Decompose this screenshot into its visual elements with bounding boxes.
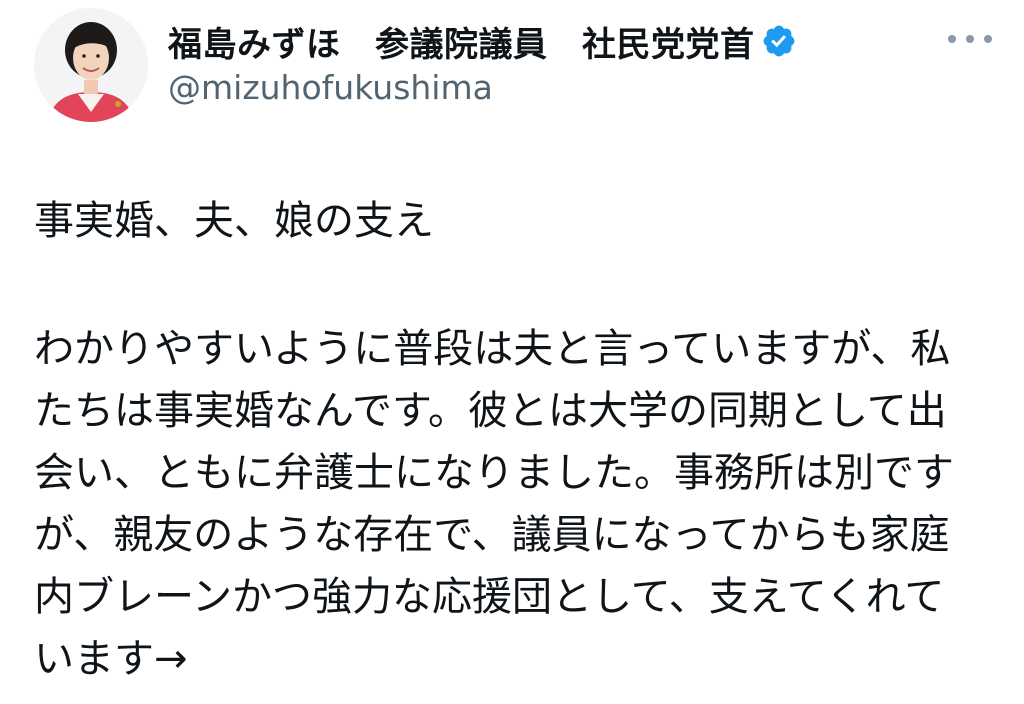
tweet-line: 内ブレーンかつ強力な応援団として、支えてくれて [34, 574, 945, 620]
author-display-name-row[interactable]: 福島みずほ 参議院議員 社民党党首 [168, 17, 797, 66]
author-display-name[interactable]: 福島みずほ 参議院議員 社民党党首 [168, 17, 755, 66]
tweet-line: たちは事実婚なんです。彼とは大学の同期として出 [34, 388, 947, 434]
more-dot [948, 35, 956, 43]
tweet-headline: 事実婚、夫、娘の支え [34, 198, 434, 244]
avatar-photo-icon [34, 8, 148, 122]
more-dot [966, 35, 974, 43]
more-options-icon[interactable] [948, 24, 992, 54]
author-avatar[interactable] [34, 8, 148, 122]
verified-badge-icon [761, 23, 797, 59]
tweet-text: 事実婚、夫、娘の支え わかりやすいように普段は夫と言っていますが、私 たちは事実… [34, 190, 1004, 690]
tweet-line: が、親友のような存在で、議員になってからも家庭 [34, 512, 950, 558]
tweet-card: 福島みずほ 参議院議員 社民党党首 @mizuhofukushima 事実婚、夫… [0, 0, 1024, 704]
tweet-line: います→ [34, 636, 188, 682]
author-handle[interactable]: @mizuhofukushima [168, 68, 493, 107]
tweet-line: 会い、ともに弁護士になりました。事務所は別です [34, 450, 954, 496]
tweet-line: わかりやすいように普段は夫と言っていますが、私 [34, 326, 951, 372]
more-dot [984, 35, 992, 43]
